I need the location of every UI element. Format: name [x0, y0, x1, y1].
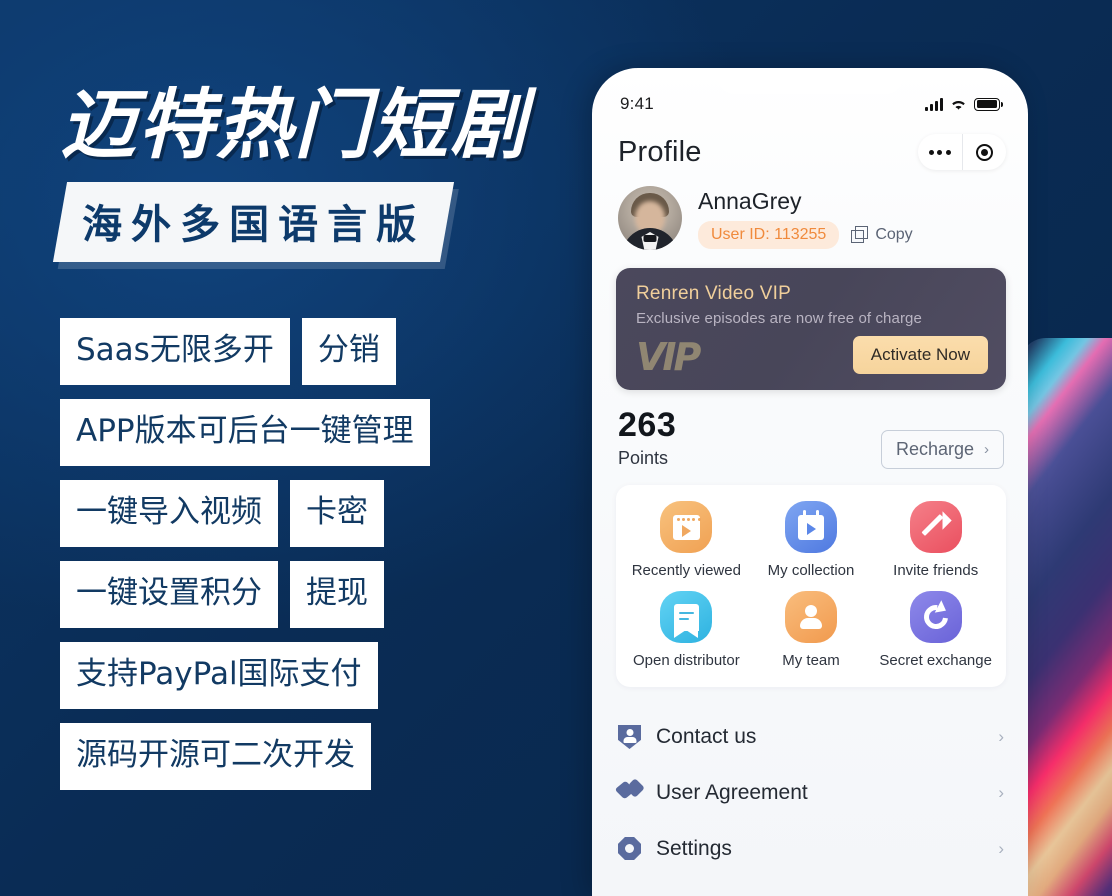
user-profile-row: AnnaGrey User ID: 113255 Copy	[592, 174, 1028, 264]
octagon-gear-icon	[618, 837, 642, 861]
menu-item-contact-us[interactable]: Contact us ›	[618, 709, 1006, 765]
feature-tag-list: Saas无限多开 分销 APP版本可后台一键管理 一键导入视频 卡密 一键设置积…	[60, 318, 530, 804]
more-dots-icon[interactable]	[918, 134, 963, 170]
gradient-overlay	[1020, 338, 1112, 896]
target-circle-icon[interactable]	[963, 134, 1007, 170]
feature-tag: 一键设置积分	[60, 561, 278, 628]
menu-item-label: Settings	[656, 837, 732, 860]
points-value: 263	[618, 406, 677, 444]
user-avatar[interactable]	[618, 186, 682, 250]
vip-title: Renren Video VIP	[636, 283, 791, 304]
feature-tag-row: 源码开源可二次开发	[60, 723, 530, 790]
battery-icon	[974, 97, 1004, 111]
activate-now-button[interactable]: Activate Now	[852, 336, 988, 374]
feature-tag-row: 支持PayPal国际支付	[60, 642, 530, 709]
vip-subtitle: Exclusive episodes are now free of charg…	[636, 310, 922, 327]
grid-label: My team	[782, 652, 840, 669]
headline-block: 迈特热门短剧 海外多国语言版	[52, 80, 528, 262]
refresh-icon	[909, 591, 962, 643]
page-header: Profile	[592, 124, 1028, 174]
wifi-icon	[952, 100, 965, 110]
signal-bars-icon	[925, 97, 943, 111]
calendar-play-icon	[785, 501, 837, 553]
feature-tag: Saas无限多开	[60, 318, 290, 385]
user-id-badge: User ID: 113255	[698, 220, 840, 249]
feature-tag: 分销	[301, 318, 396, 385]
person-icon	[785, 591, 837, 643]
recharge-label: Recharge	[895, 439, 974, 459]
feature-tag-row: APP版本可后台一键管理	[60, 399, 530, 466]
quick-action-row: Open distributor My team Secret exchange	[624, 591, 998, 669]
quick-action-grid: Recently viewed My collection Invite fri…	[616, 485, 1006, 687]
chevron-right-icon: ›	[998, 727, 1004, 746]
feature-tag: 支持PayPal国际支付	[60, 642, 378, 709]
status-bar: 9:41	[592, 68, 1028, 124]
status-icon-group	[925, 97, 1004, 111]
video-window-icon	[660, 501, 713, 553]
vip-promo-card[interactable]: Renren Video VIP Exclusive episodes are …	[616, 268, 1006, 390]
grid-item-secret-exchange[interactable]: Secret exchange	[873, 591, 998, 669]
copy-label: Copy	[875, 225, 913, 243]
recharge-button[interactable]: Recharge ›	[880, 430, 1004, 469]
grid-label: Invite friends	[893, 562, 979, 579]
grid-item-invite-friends[interactable]: Invite friends	[873, 501, 998, 579]
grid-label: Recently viewed	[631, 562, 741, 579]
chevron-right-icon: ›	[984, 441, 989, 458]
chevron-right-icon: ›	[998, 783, 1004, 802]
copy-icon	[851, 226, 869, 243]
arrow-up-right-icon	[909, 501, 962, 553]
grid-item-open-distributor[interactable]: Open distributor	[624, 591, 749, 669]
feature-tag: APP版本可后台一键管理	[60, 399, 430, 466]
chevron-right-icon: ›	[998, 839, 1004, 858]
grid-label: Open distributor	[632, 652, 740, 669]
grid-item-my-team[interactable]: My team	[749, 591, 874, 669]
grid-label: Secret exchange	[879, 652, 992, 669]
feature-tag: 卡密	[290, 480, 384, 547]
heart-shield-icon	[614, 778, 645, 805]
feature-tag: 源码开源可二次开发	[60, 723, 371, 790]
feature-tag-row: 一键导入视频 卡密	[60, 480, 530, 547]
poster-subheadline-box: 海外多国语言版	[52, 181, 455, 262]
status-clock: 9:41	[620, 94, 654, 113]
copy-user-id-button[interactable]: Copy	[851, 225, 913, 244]
poster-headline: 迈特热门短剧	[60, 80, 528, 169]
menu-item-label: User Agreement	[656, 781, 808, 804]
user-name: AnnaGrey	[698, 187, 802, 214]
vip-watermark: VIP	[636, 334, 701, 379]
menu-item-label: Contact us	[656, 725, 757, 748]
page-title: Profile	[618, 135, 702, 168]
phone-mockup: 9:41 Profile AnnaGrey User ID: 113255 Co…	[592, 68, 1028, 896]
feature-tag: 一键导入视频	[60, 480, 278, 547]
feature-tag-row: Saas无限多开 分销	[60, 318, 530, 385]
quick-action-row: Recently viewed My collection Invite fri…	[624, 501, 998, 579]
feature-tag-row: 一键设置积分 提现	[60, 561, 530, 628]
menu-item-settings[interactable]: Settings ›	[618, 821, 1006, 877]
poster-subheadline: 海外多国语言版	[82, 201, 426, 248]
grid-item-recently-viewed[interactable]: Recently viewed	[624, 501, 749, 579]
points-label: Points	[618, 448, 669, 468]
bookmark-text-icon	[660, 591, 713, 643]
promo-poster: 迈特热门短剧 海外多国语言版 Saas无限多开 分销 APP版本可后台一键管理 …	[0, 0, 1112, 896]
secondary-phone-edge	[1020, 338, 1112, 896]
grid-label: My collection	[767, 562, 855, 579]
miniapp-capsule[interactable]	[918, 134, 1006, 170]
grid-item-my-collection[interactable]: My collection	[749, 501, 874, 579]
feature-tag: 提现	[290, 561, 384, 628]
points-summary: 263 Points Recharge ›	[592, 390, 1028, 485]
menu-item-user-agreement[interactable]: User Agreement ›	[614, 765, 1006, 821]
shield-person-icon	[618, 725, 642, 749]
settings-menu-list: Contact us › User Agreement › Settings ›	[592, 709, 1028, 877]
